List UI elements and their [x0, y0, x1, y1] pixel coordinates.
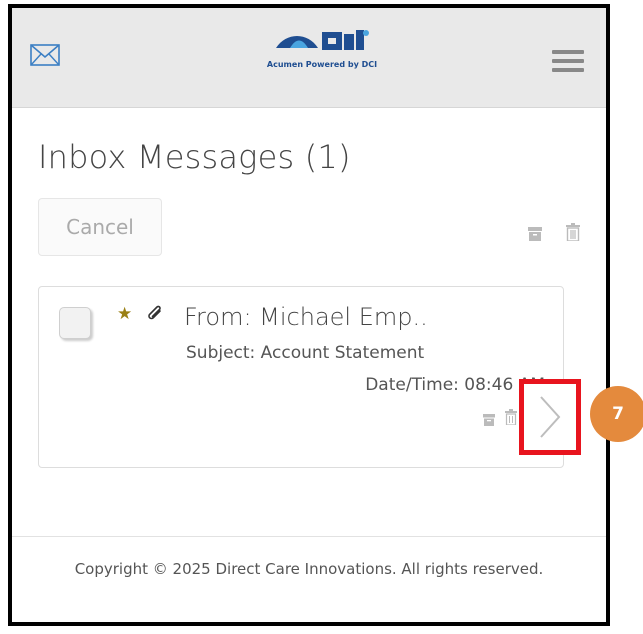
- page-title: Inbox Messages (1): [38, 138, 351, 176]
- trash-icon[interactable]: [505, 409, 517, 426]
- message-card[interactable]: ★ From: Michael Emp.. Subject: Account S…: [38, 286, 581, 468]
- step-badge: 7: [590, 386, 643, 442]
- archive-icon[interactable]: [483, 411, 495, 426]
- open-message-button[interactable]: [519, 379, 581, 455]
- trash-icon[interactable]: [566, 223, 580, 242]
- company-logo: Acumen Powered by DCI: [252, 28, 392, 78]
- footer-copyright: Copyright © 2025 Direct Care Innovations…: [74, 560, 544, 578]
- logo-mark-icon: [276, 30, 369, 50]
- message-from: From: Michael Emp..: [184, 303, 428, 331]
- message-checkbox[interactable]: [59, 307, 91, 339]
- chevron-right-icon: [540, 396, 561, 438]
- mail-icon[interactable]: [30, 44, 60, 66]
- logo-caption: Acumen Powered by DCI: [266, 60, 378, 69]
- message-subject: Subject: Account Statement: [186, 343, 425, 363]
- app-frame: Acumen Powered by DCI Inbox Messages (1)…: [8, 4, 610, 626]
- archive-icon[interactable]: [528, 226, 542, 241]
- cancel-button[interactable]: Cancel: [38, 198, 162, 256]
- app-header: Acumen Powered by DCI: [12, 8, 606, 108]
- footer-divider: [12, 536, 606, 537]
- paperclip-icon: [147, 305, 165, 323]
- star-icon[interactable]: ★: [117, 304, 132, 324]
- hamburger-menu-icon[interactable]: [552, 50, 584, 74]
